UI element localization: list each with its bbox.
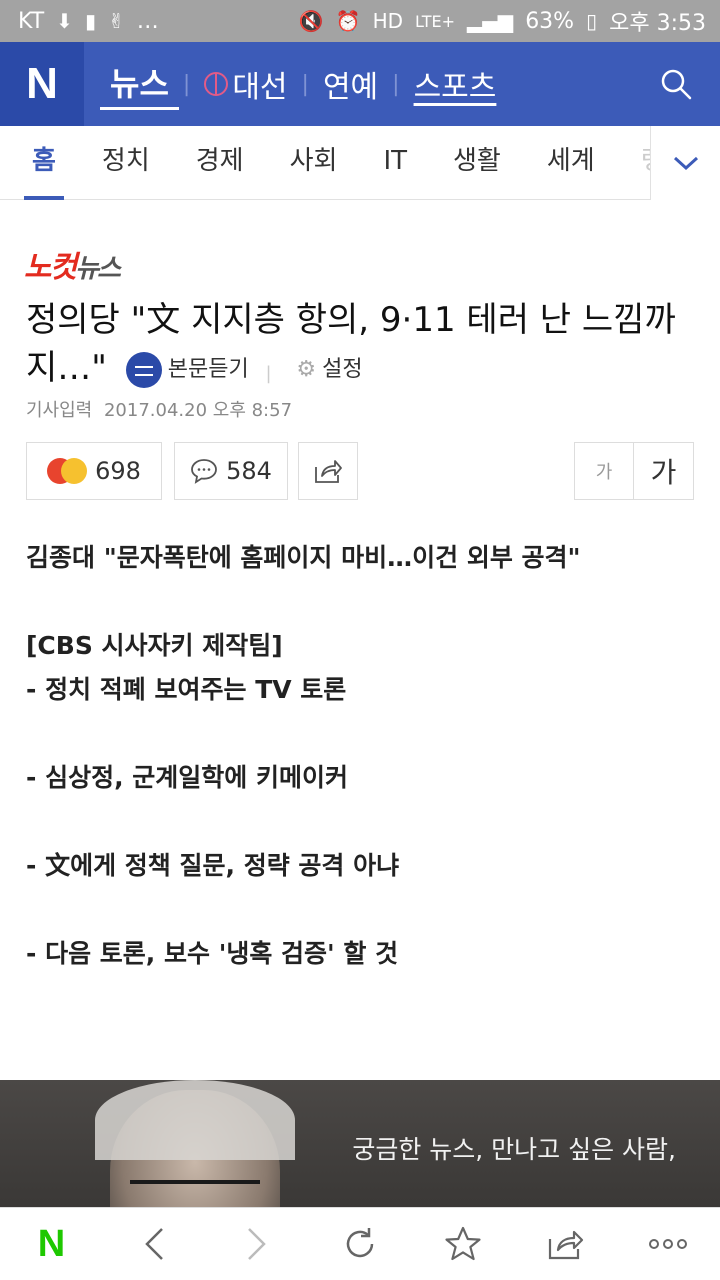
refresh-button[interactable] [330, 1214, 390, 1274]
signal-icon: ▂▄▆ [467, 9, 514, 33]
more-dots-icon [649, 1239, 688, 1249]
body-line: [CBS 시사자키 제작팀] [26, 631, 283, 660]
hd-icon: HD [372, 9, 404, 33]
emotion-icons [47, 458, 88, 484]
clock: 오후 3:53 [609, 11, 706, 36]
comment-icon [191, 459, 217, 484]
article-body: 김종대 "문자폭탄에 홈페이지 마비…이건 외부 공격" [CBS 시사자키 제… [26, 536, 696, 976]
article-date: 기사입력 2017.04.20 오후 8:57 [26, 396, 298, 422]
smile-emoji-icon [61, 458, 88, 484]
press-logo-red: 노컷 [24, 250, 77, 285]
tab-home[interactable]: 홈 [18, 126, 70, 200]
body-line [26, 800, 696, 844]
person-glasses [130, 1180, 260, 1198]
divider: | [265, 363, 272, 384]
download-icon: ⬇ [56, 9, 73, 33]
nav-entertainment[interactable]: 연예 [313, 62, 388, 106]
tab-economy[interactable]: 경제 [182, 126, 258, 200]
forward-button[interactable] [227, 1214, 287, 1274]
comment-button[interactable]: 584 [174, 442, 288, 500]
nav-election-label: 대선 [232, 70, 288, 105]
tab-world[interactable]: 세계 [533, 126, 609, 200]
more-notifications: … [136, 8, 159, 34]
back-arrow-icon [145, 1228, 164, 1260]
naver-header: N 뉴스 | 대선 | 연예 | 스포츠 [0, 42, 720, 126]
body-line [26, 580, 696, 624]
font-increase-button[interactable]: 가 [634, 442, 694, 500]
category-tabs: 홈 정치 경제 사회 IT 생활 세계 랭 [0, 126, 720, 200]
victory-hand-icon: ✌ [107, 9, 125, 33]
comment-count: 584 [226, 457, 272, 485]
battery-percent: 63% [525, 8, 575, 34]
tab-ranking[interactable]: 랭 [627, 126, 650, 200]
date-label: 기사입력 [26, 400, 93, 421]
gear-icon: ⚙ [296, 356, 317, 382]
press-logo-gray: 뉴스 [75, 254, 121, 284]
nav-divider: | [182, 71, 191, 97]
mute-icon: 🔇 [298, 9, 324, 33]
listen-label: 본문듣기 [167, 356, 249, 382]
article-headline: 정의당 "文 지지층 항의, 9·11 테러 난 느낌까지…" 본문듣기 | ⚙… [26, 296, 696, 398]
peace-icon [204, 72, 229, 96]
date-value: 2017.04.20 오후 8:57 [103, 400, 293, 421]
tab-it[interactable]: IT [369, 126, 421, 200]
back-button[interactable] [124, 1214, 184, 1274]
person-hair [95, 1080, 295, 1160]
body-line [26, 888, 696, 932]
star-icon [445, 1226, 481, 1261]
search-icon[interactable] [660, 68, 692, 100]
tab-life[interactable]: 생활 [439, 126, 515, 200]
tab-politics[interactable]: 정치 [88, 126, 164, 200]
network-label: LTE+ [415, 11, 456, 31]
more-menu-button[interactable] [638, 1214, 698, 1274]
carrier-label: KT [18, 8, 45, 34]
chevron-down-icon [673, 156, 698, 171]
naver-logo[interactable]: N [0, 42, 84, 126]
share-icon [315, 460, 342, 483]
browser-toolbar: N [0, 1207, 720, 1280]
body-line: - 文에게 정책 질문, 정략 공격 아냐 [26, 851, 400, 880]
image-caption: 궁금한 뉴스, 만나고 싶은 사람, [352, 1135, 676, 1164]
nav-divider: | [301, 71, 309, 97]
share-button[interactable] [298, 442, 358, 500]
expand-tabs-button[interactable] [650, 126, 720, 200]
body-line [26, 712, 696, 756]
settings-button[interactable]: ⚙ 설정 [296, 346, 362, 394]
nav-divider: | [392, 71, 400, 97]
refresh-icon [346, 1228, 374, 1258]
alarm-icon: ⏰ [335, 9, 361, 33]
section-nav: 뉴스 | 대선 | 연예 | 스포츠 [100, 42, 506, 126]
listen-icon [125, 351, 162, 388]
body-line: - 다음 토론, 보수 '냉혹 검증' 할 것 [26, 939, 399, 968]
message-icon: ▮ [84, 9, 96, 33]
nav-news[interactable]: 뉴스 [100, 59, 179, 110]
forward-arrow-icon [248, 1228, 266, 1260]
bookmark-button[interactable] [433, 1214, 493, 1274]
body-line: - 정치 적폐 보여주는 TV 토론 [26, 675, 347, 704]
nav-election[interactable]: 대선 [194, 62, 297, 106]
article-image: 궁금한 뉴스, 만나고 싶은 사람, [0, 1080, 720, 1210]
tab-society[interactable]: 사회 [276, 126, 352, 200]
share-icon [548, 1230, 583, 1260]
press-logo[interactable]: 노컷뉴스 [24, 242, 121, 286]
naver-home-button[interactable]: N [21, 1214, 81, 1274]
settings-label: 설정 [322, 356, 363, 382]
reaction-button[interactable]: 698 [26, 442, 162, 500]
reaction-count: 698 [95, 457, 141, 485]
font-decrease-button[interactable]: 가 [574, 442, 634, 500]
battery-icon: ▯ [586, 9, 598, 33]
status-bar: KT ⬇ ▮ ✌ … 🔇 ⏰ HD LTE+ ▂▄▆ 63% ▯ 오후 3:53 [0, 0, 720, 42]
body-line: 김종대 "문자폭탄에 홈페이지 마비…이건 외부 공격" [26, 543, 581, 572]
body-line: - 심상정, 군계일학에 키메이커 [26, 763, 348, 792]
nav-sports[interactable]: 스포츠 [404, 62, 507, 106]
share-page-button[interactable] [536, 1214, 596, 1274]
listen-button[interactable]: 본문듣기 [125, 346, 249, 394]
